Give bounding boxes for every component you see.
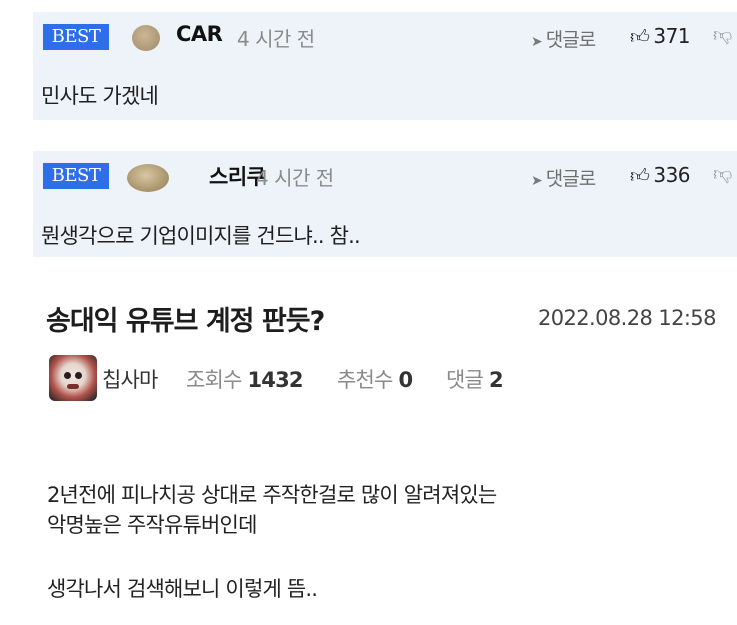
post-title[interactable]: 송대익 유튜브 계정 판듯?	[46, 299, 325, 338]
reply-button[interactable]: ➤ 댓글로	[531, 25, 596, 52]
reply-label: 댓글로	[545, 29, 596, 51]
like-count: 336	[653, 163, 691, 187]
reply-button[interactable]: ➤ 댓글로	[531, 164, 596, 191]
thumbs-up-icon: 👍︎	[630, 165, 650, 187]
recommend-count-value: 0	[398, 368, 413, 392]
like-count: 371	[653, 24, 691, 48]
recommend-count: 추천수 0	[337, 364, 413, 394]
post-author[interactable]: 칩사마	[102, 364, 158, 394]
comment-header: BEST CAR 4 시간 전 ➤ 댓글로 👍︎ 371 👎︎	[33, 12, 737, 60]
post-body-line: 악명높은 주작유튜버인데	[47, 513, 257, 537]
like-button[interactable]: 👍︎ 371	[630, 24, 691, 49]
comment-time: 4 시간 전	[237, 27, 315, 51]
view-count-label: 조회수	[186, 368, 242, 392]
comment-header: BEST 스리쿠 4 시간 전 ➤ 댓글로 👍︎ 336 👎︎	[33, 151, 737, 199]
avatar[interactable]	[132, 25, 160, 51]
best-badge: BEST	[43, 163, 109, 189]
view-count-value: 1432	[247, 368, 303, 392]
thumbs-up-icon: 👍︎	[630, 26, 650, 48]
like-button[interactable]: 👍︎ 336	[630, 163, 691, 188]
comment-count-label: 댓글	[446, 368, 484, 392]
comment-count[interactable]: 댓글 2	[446, 364, 504, 394]
comment-count-value: 2	[488, 368, 504, 392]
view-count: 조회수 1432	[186, 364, 304, 394]
comment-time: 4 시간 전	[256, 166, 334, 190]
comment-nickname[interactable]: CAR	[176, 22, 223, 46]
thumbs-down-icon[interactable]: 👎︎	[713, 163, 732, 186]
best-comment: BEST CAR 4 시간 전 ➤ 댓글로 👍︎ 371 👎︎ 민사도 가겠네	[33, 12, 737, 120]
arrow-reply-icon: ➤	[531, 173, 543, 189]
thumbs-down-icon[interactable]: 👎︎	[713, 24, 732, 47]
arrow-reply-icon: ➤	[531, 34, 543, 50]
reply-label: 댓글로	[545, 168, 596, 190]
avatar[interactable]	[49, 355, 97, 401]
post-body-line: 생각나서 검색해보니 이렇게 뜸..	[47, 577, 318, 601]
recommend-count-label: 추천수	[337, 368, 393, 392]
comment-body: 뭔생각으로 기업이미지를 건드냐.. 참..	[41, 224, 361, 248]
comment-body: 민사도 가겠네	[41, 84, 159, 108]
best-badge: BEST	[43, 24, 109, 50]
post-body-line: 2년전에 피나치공 상대로 주작한걸로 많이 알려져있는	[47, 483, 497, 507]
post-date: 2022.08.28 12:58	[538, 306, 716, 330]
avatar[interactable]	[127, 164, 169, 192]
best-comment: BEST 스리쿠 4 시간 전 ➤ 댓글로 👍︎ 336 👎︎ 뭔생각으로 기업이미…	[33, 151, 737, 257]
